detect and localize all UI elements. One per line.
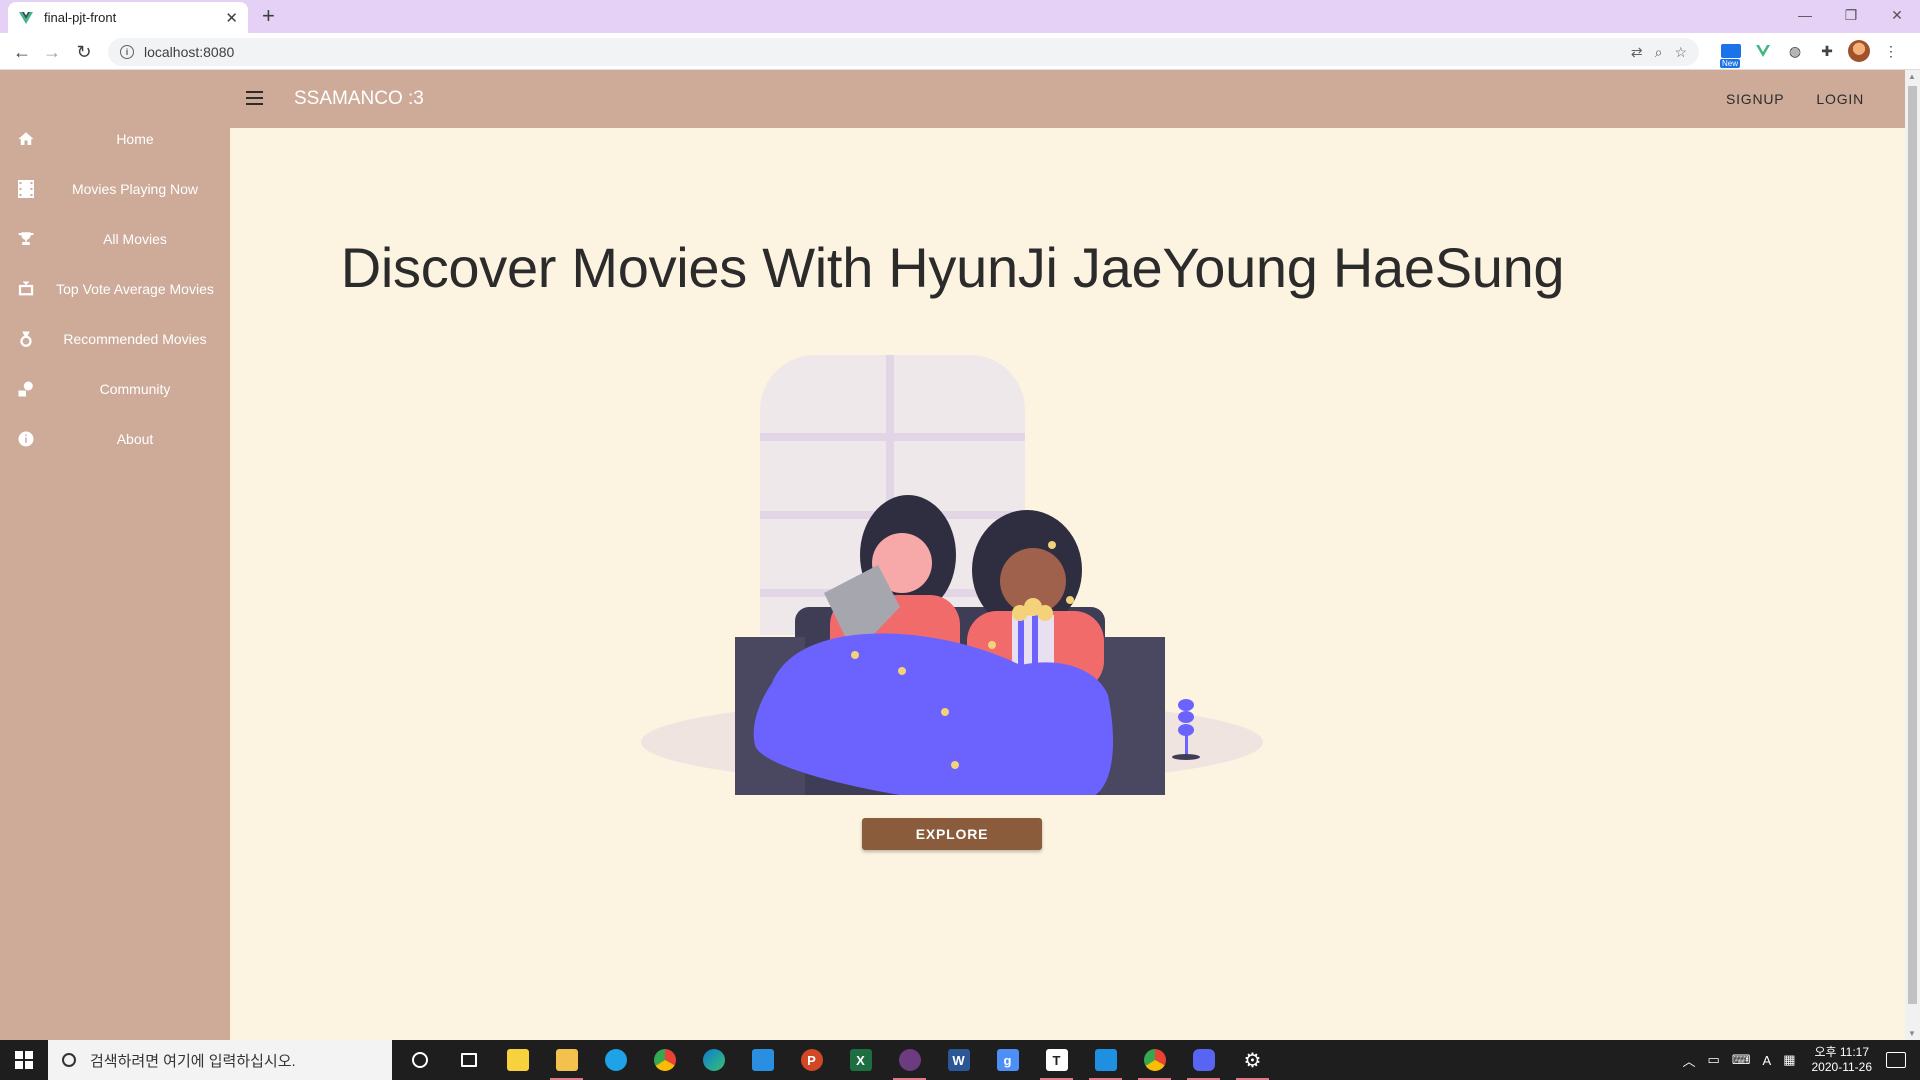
- sidebar-nav: Home Movies Playing Now All Movies Top V…: [0, 114, 230, 464]
- edge-icon[interactable]: [689, 1040, 738, 1080]
- language-icon[interactable]: ▦: [1783, 1052, 1795, 1068]
- typora-icon[interactable]: T: [1032, 1040, 1081, 1080]
- globe-extension-icon[interactable]: ◍: [1784, 40, 1806, 62]
- tray-chevron-icon[interactable]: ︿: [1682, 1051, 1695, 1070]
- chrome-window-icon[interactable]: [1130, 1040, 1179, 1080]
- clock-date: 2020-11-26: [1811, 1060, 1873, 1074]
- sidebar-item-movies-playing-now[interactable]: Movies Playing Now: [0, 164, 230, 214]
- extension-badge: New: [1720, 59, 1741, 68]
- vue-devtools-icon[interactable]: [1752, 40, 1774, 62]
- settings-gear-icon[interactable]: ⚙: [1228, 1040, 1277, 1080]
- ime-indicator[interactable]: A: [1763, 1053, 1772, 1068]
- cortana-icon[interactable]: [395, 1040, 444, 1080]
- taskbar-apps: P X W g T ⚙: [395, 1040, 1277, 1080]
- new-tab-button[interactable]: +: [262, 5, 275, 27]
- chrome-menu-icon[interactable]: ⋮: [1880, 40, 1902, 62]
- film-icon: [16, 179, 36, 199]
- hero-title: Discover Movies With HyunJi JaeYoung Hae…: [340, 236, 1565, 299]
- auth-actions: SIGNUP LOGIN: [1710, 91, 1880, 107]
- chrome-icon[interactable]: [640, 1040, 689, 1080]
- g-app-icon[interactable]: g: [983, 1040, 1032, 1080]
- url-text: localhost:8080: [144, 44, 235, 60]
- signup-button[interactable]: SIGNUP: [1710, 91, 1800, 107]
- hamburger-menu-icon[interactable]: [246, 87, 268, 109]
- medal-icon: [16, 329, 36, 349]
- translate-icon[interactable]: ⇄: [1631, 44, 1643, 61]
- profile-avatar[interactable]: [1848, 40, 1870, 62]
- scrollbar-thumb[interactable]: [1908, 86, 1917, 1004]
- windows-start-icon[interactable]: [0, 1040, 48, 1080]
- sidebar-item-recommended-movies[interactable]: Recommended Movies: [0, 314, 230, 364]
- window-controls: — ❐ ✕: [1782, 0, 1920, 30]
- vue-logo-icon: [19, 11, 33, 24]
- movie-night-illustration: [641, 355, 1263, 795]
- network-icon[interactable]: ▭: [1707, 1052, 1719, 1068]
- kingfisher-app-icon[interactable]: [591, 1040, 640, 1080]
- vscode-icon[interactable]: [1081, 1040, 1130, 1080]
- chat-icon: [16, 379, 36, 399]
- tab-title: final-pjt-front: [44, 10, 117, 25]
- login-button[interactable]: LOGIN: [1800, 91, 1880, 107]
- scroll-down-icon[interactable]: ▼: [1908, 1029, 1916, 1038]
- close-tab-icon[interactable]: ✕: [225, 9, 238, 27]
- trophy-icon: [16, 229, 36, 249]
- system-tray: ︿ ▭ ⌨ A ▦ 오후 11:17 2020-11-26: [1676, 1040, 1920, 1080]
- tv-icon: [16, 279, 36, 299]
- restore-icon[interactable]: ❐: [1828, 0, 1874, 30]
- minimize-icon[interactable]: —: [1782, 0, 1828, 30]
- clock-time: 오후 11:17: [1814, 1045, 1870, 1059]
- discord-icon[interactable]: [1179, 1040, 1228, 1080]
- sidebar: Home Movies Playing Now All Movies Top V…: [0, 70, 230, 1040]
- sidebar-item-home[interactable]: Home: [0, 114, 230, 164]
- app-viewport: Home Movies Playing Now All Movies Top V…: [0, 70, 1920, 1040]
- search-placeholder: 검색하려면 여기에 입력하십시오.: [90, 1052, 296, 1070]
- powerpoint-icon[interactable]: P: [787, 1040, 836, 1080]
- file-explorer-icon[interactable]: [542, 1040, 591, 1080]
- new-extension-icon[interactable]: New: [1720, 40, 1742, 68]
- keyboard-icon[interactable]: ⌨: [1732, 1052, 1751, 1068]
- window-close-icon[interactable]: ✕: [1874, 0, 1920, 30]
- sticky-notes-icon[interactable]: [493, 1040, 542, 1080]
- browser-tabstrip: final-pjt-front ✕ + — ❐ ✕: [0, 0, 1920, 33]
- explore-button[interactable]: EXPLORE: [862, 818, 1042, 850]
- home-icon: [16, 129, 36, 149]
- address-bar[interactable]: i localhost:8080 ⇄ ⌕ ☆: [108, 38, 1699, 66]
- omnibox-actions: ⇄ ⌕ ☆: [1631, 44, 1687, 61]
- sidebar-item-community[interactable]: Community: [0, 364, 230, 414]
- sidebar-item-all-movies[interactable]: All Movies: [0, 214, 230, 264]
- scroll-up-icon[interactable]: ▲: [1908, 72, 1916, 81]
- back-icon[interactable]: ←: [10, 40, 34, 64]
- extensions-area: New ◍ ✚ ⋮: [1720, 40, 1902, 68]
- bookmark-star-icon[interactable]: ☆: [1674, 44, 1687, 61]
- reload-icon[interactable]: ↻: [72, 40, 96, 64]
- slack-icon[interactable]: [885, 1040, 934, 1080]
- excel-icon[interactable]: X: [836, 1040, 885, 1080]
- extensions-puzzle-icon[interactable]: ✚: [1816, 40, 1838, 62]
- notification-center-icon[interactable]: [1886, 1052, 1906, 1068]
- site-info-icon[interactable]: i: [120, 45, 134, 59]
- search-icon: [62, 1053, 76, 1067]
- store-icon[interactable]: [738, 1040, 787, 1080]
- zoom-icon[interactable]: ⌕: [1655, 44, 1663, 61]
- taskbar-search-input[interactable]: 검색하려면 여기에 입력하십시오.: [48, 1040, 392, 1080]
- page-scrollbar[interactable]: ▲ ▼: [1905, 70, 1920, 1040]
- taskbar-clock[interactable]: 오후 11:17 2020-11-26: [1812, 1045, 1873, 1075]
- task-view-icon[interactable]: [444, 1040, 493, 1080]
- browser-toolbar: ← → ↻ i localhost:8080 ⇄ ⌕ ☆ New ◍ ✚ ⋮: [0, 33, 1920, 70]
- app-bar: SSAMANCO :3 SIGNUP LOGIN: [230, 70, 1905, 128]
- windows-taskbar: 검색하려면 여기에 입력하십시오. P X W g T ⚙ ︿ ▭ ⌨ A ▦ …: [0, 1040, 1920, 1080]
- forward-icon[interactable]: →: [40, 40, 64, 64]
- browser-tab[interactable]: final-pjt-front ✕: [8, 2, 248, 33]
- brand-title: SSAMANCO :3: [294, 88, 424, 109]
- sidebar-item-about[interactable]: About: [0, 414, 230, 464]
- word-icon[interactable]: W: [934, 1040, 983, 1080]
- info-icon: [16, 429, 36, 449]
- sidebar-item-top-vote-average[interactable]: Top Vote Average Movies: [0, 264, 230, 314]
